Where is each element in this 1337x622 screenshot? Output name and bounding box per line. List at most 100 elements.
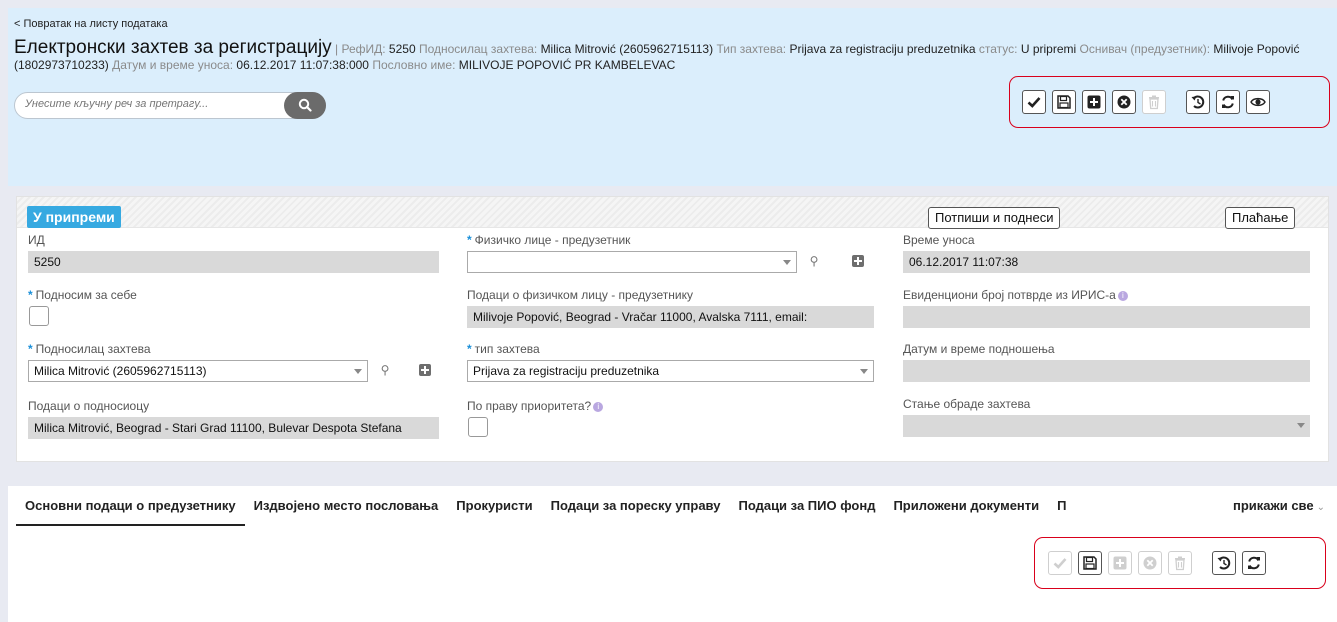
priority-label: По праву приоритета? i xyxy=(467,399,604,413)
entry-meta-value: 06.12.2017 11:07:38:000 xyxy=(236,58,369,72)
tab-bar: Основни подаци о предузетнику Издвојено … xyxy=(16,486,1075,526)
refresh-button[interactable] xyxy=(1242,551,1266,575)
search-input[interactable] xyxy=(25,98,285,110)
priority-label-text: По праву приоритета? xyxy=(467,399,592,413)
confirm-button[interactable] xyxy=(1048,551,1072,575)
title-row: Електронски захтев за регистрацију | Реф… xyxy=(14,38,1324,73)
refresh-icon xyxy=(1248,556,1260,570)
delete-button[interactable] xyxy=(1168,551,1192,575)
required-marker: * xyxy=(467,342,472,356)
id-field: 5250 xyxy=(28,251,439,273)
person-data-field: Milivoje Popović, Beograd - Vračar 11000… xyxy=(467,306,874,328)
applicant-label: * Подносилац захтева xyxy=(28,342,151,356)
payment-button[interactable]: Плаћање xyxy=(1225,207,1296,229)
check-icon xyxy=(1027,97,1041,108)
entry-time-field: 06.12.2017 11:07:38 xyxy=(903,251,1310,273)
chevron-down-icon xyxy=(1297,423,1305,428)
search-icon xyxy=(298,98,312,112)
applicant-meta-label: Подносилац захтева: xyxy=(418,42,538,56)
check-icon xyxy=(1053,558,1067,569)
undo-button[interactable] xyxy=(1212,551,1236,575)
entry-meta-label: Датум и време уноса: xyxy=(112,58,234,72)
required-marker: * xyxy=(28,288,33,302)
status-meta-value: U pripremi xyxy=(1020,42,1077,56)
request-type-select[interactable]: Prijava za registraciju preduzetnika xyxy=(467,360,874,382)
applicant-meta-value: Milica Mitrović (2605962715113) xyxy=(540,42,714,56)
save-icon xyxy=(1057,95,1071,109)
submit-self-label: * Подносим за себе xyxy=(28,288,137,302)
trash-icon xyxy=(1175,556,1185,571)
tab-separate-business-place[interactable]: Издвојено место пословања xyxy=(245,486,448,526)
processing-state-label: Стање обраде захтева xyxy=(903,397,1031,411)
iris-field xyxy=(903,306,1310,328)
refresh-icon xyxy=(1222,95,1234,109)
info-icon[interactable]: i xyxy=(1117,290,1128,301)
person-label: * Физичко лице - предузетник xyxy=(467,233,630,247)
cancel-button[interactable] xyxy=(1112,90,1136,114)
ref-id-value: 5250 xyxy=(388,42,416,56)
required-marker: * xyxy=(28,342,33,356)
tab-tax-administration[interactable]: Подаци за пореску управу xyxy=(542,486,730,526)
iris-label-text: Евиденциони број потврде из ИРИС-а xyxy=(903,288,1116,302)
person-select[interactable] xyxy=(467,251,797,273)
person-label-text: Физичко лице - предузетник xyxy=(474,233,631,247)
top-toolbar xyxy=(1022,90,1270,114)
confirm-button[interactable] xyxy=(1022,90,1046,114)
request-type-meta-value: Prijava za registraciju preduzetnika xyxy=(789,42,976,56)
show-all-tabs[interactable]: прикажи све ⌄ xyxy=(1233,498,1325,513)
save-button[interactable] xyxy=(1052,90,1076,114)
show-all-label: прикажи све xyxy=(1232,498,1314,513)
sign-submit-button[interactable]: Потпиши и поднеси xyxy=(928,207,1061,229)
trash-icon xyxy=(1149,95,1159,110)
add-button[interactable] xyxy=(1108,551,1132,575)
add-icon[interactable] xyxy=(419,364,431,376)
page: < Повратак на листу података Електронски… xyxy=(0,0,1337,622)
tab-attached-documents[interactable]: Приложени документи xyxy=(884,486,1048,526)
submit-self-label-text: Подносим за себе xyxy=(35,288,137,302)
zoom-icon[interactable]: ⚲ xyxy=(378,363,392,377)
business-name-meta-value: MILIVOJE POPOVIĆ PR KAMBELEVAC xyxy=(458,58,676,72)
chevron-down-icon xyxy=(354,369,362,374)
request-type-label: * тип захтева xyxy=(467,342,540,356)
submission-label: Датум и време подношења xyxy=(903,342,1055,356)
status-badge: У припреми xyxy=(27,206,121,228)
undo-button[interactable] xyxy=(1186,90,1210,114)
applicant-select-value: Milica Mitrović (2605962715113) xyxy=(34,364,207,378)
applicant-select[interactable]: Milica Mitrović (2605962715113) xyxy=(28,360,368,382)
search-box xyxy=(14,92,326,119)
status-meta-label: статус: xyxy=(978,42,1018,56)
tab-procurators[interactable]: Прокуристи xyxy=(447,486,541,526)
submission-field xyxy=(903,360,1310,382)
chevron-down-icon: ⌄ xyxy=(1316,502,1325,513)
bottom-toolbar xyxy=(1048,551,1266,575)
refresh-button[interactable] xyxy=(1216,90,1240,114)
entry-time-label: Време уноса xyxy=(903,233,975,247)
save-button[interactable] xyxy=(1078,551,1102,575)
info-icon[interactable]: i xyxy=(593,401,604,412)
cancel-button[interactable] xyxy=(1138,551,1162,575)
add-button[interactable] xyxy=(1082,90,1106,114)
card-header: У припреми Потпиши и поднеси Плаћање xyxy=(17,197,1328,229)
back-link[interactable]: < Повратак на листу података xyxy=(14,18,168,30)
tab-founder-basic-data[interactable]: Основни подаци о предузетнику xyxy=(16,486,245,526)
request-type-select-value: Prijava za registraciju preduzetnika xyxy=(473,364,660,378)
iris-label: Евиденциони број потврде из ИРИС-а i xyxy=(903,288,1128,302)
zoom-icon[interactable]: ⚲ xyxy=(807,254,821,268)
add-icon xyxy=(1113,556,1127,570)
delete-button[interactable] xyxy=(1142,90,1166,114)
add-icon[interactable] xyxy=(852,255,864,267)
applicant-data-label: Подаци о подносиоцу xyxy=(28,399,150,413)
search-button[interactable] xyxy=(284,92,326,119)
request-card: У припреми Потпиши и поднеси Плаћање ИД … xyxy=(16,196,1329,462)
business-name-meta-label: Пословно име: xyxy=(372,58,456,72)
priority-checkbox[interactable] xyxy=(468,417,488,437)
tab-pension-fund[interactable]: Подаци за ПИО фонд xyxy=(729,486,884,526)
preview-button[interactable] xyxy=(1246,90,1270,114)
required-marker: * xyxy=(467,233,472,247)
id-label: ИД xyxy=(28,233,45,247)
title-separator: | xyxy=(331,42,342,56)
processing-state-select[interactable] xyxy=(903,415,1310,437)
submit-self-checkbox[interactable] xyxy=(29,306,49,326)
eye-icon xyxy=(1250,97,1266,107)
tab-overflow[interactable]: П xyxy=(1048,486,1075,526)
